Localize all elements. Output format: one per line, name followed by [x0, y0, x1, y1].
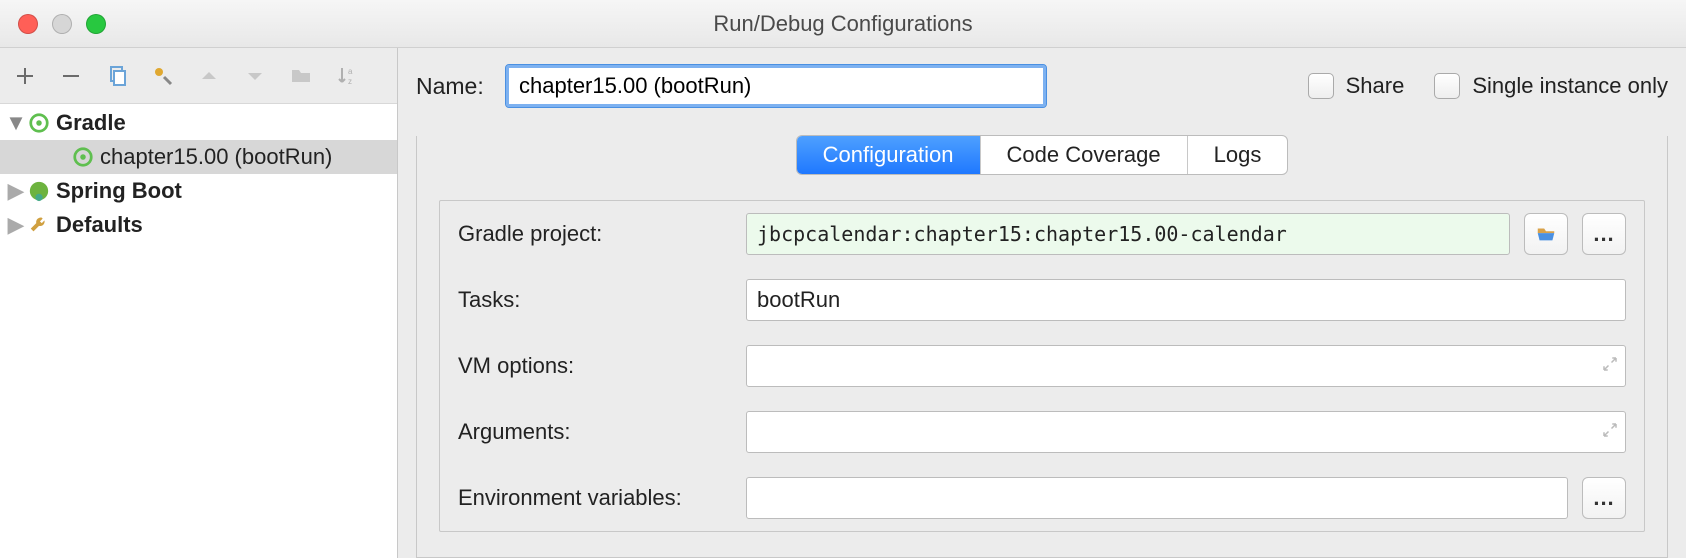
arguments-label: Arguments:	[458, 419, 732, 445]
add-configuration-button[interactable]	[10, 61, 40, 91]
svg-text:z: z	[348, 77, 352, 86]
edit-defaults-button[interactable]	[148, 61, 178, 91]
gradle-project-label: Gradle project:	[458, 221, 732, 247]
tasks-value: bootRun	[757, 287, 840, 313]
vm-options-label: VM options:	[458, 353, 732, 379]
tree-node-spring-boot[interactable]: ▶ Spring Boot	[0, 174, 397, 208]
wrench-icon	[26, 214, 52, 236]
name-label: Name:	[416, 73, 506, 100]
wrench-gear-icon	[151, 64, 175, 88]
env-vars-more-button[interactable]: ...	[1582, 477, 1626, 519]
copy-icon	[105, 64, 129, 88]
arguments-input[interactable]	[746, 411, 1626, 453]
vm-options-input[interactable]	[746, 345, 1626, 387]
tasks-input[interactable]: bootRun	[746, 279, 1626, 321]
expand-arrow-icon[interactable]: ▼	[6, 110, 26, 136]
tree-label: chapter15.00 (bootRun)	[100, 144, 332, 170]
expand-icon[interactable]	[1601, 353, 1619, 379]
svg-text:a: a	[348, 67, 353, 76]
chevron-down-icon	[243, 64, 267, 88]
tree-label: Gradle	[56, 110, 126, 136]
checkbox-icon	[1308, 73, 1334, 99]
tree-node-chapter15[interactable]: chapter15.00 (bootRun)	[0, 140, 397, 174]
collapse-arrow-icon[interactable]: ▶	[6, 212, 26, 238]
env-vars-input[interactable]	[746, 477, 1568, 519]
dialog-title: Run/Debug Configurations	[0, 11, 1686, 37]
gradle-icon	[26, 112, 52, 134]
config-tree[interactable]: ▼ Gradle chapter15.00 (bootRun) ▶ Spring…	[0, 104, 397, 558]
tab-code-coverage[interactable]: Code Coverage	[981, 136, 1188, 174]
move-down-button[interactable]	[240, 61, 270, 91]
title-bar: Run/Debug Configurations	[0, 0, 1686, 48]
single-instance-label: Single instance only	[1472, 73, 1668, 99]
share-label: Share	[1346, 73, 1405, 99]
folder-icon	[289, 64, 313, 88]
minus-icon	[59, 64, 83, 88]
sidebar-toolbar: az	[0, 48, 397, 104]
gradle-icon	[70, 146, 96, 168]
single-instance-checkbox[interactable]: Single instance only	[1434, 73, 1668, 99]
tab-logs[interactable]: Logs	[1188, 136, 1288, 174]
collapse-arrow-icon[interactable]: ▶	[6, 178, 26, 204]
copy-configuration-button[interactable]	[102, 61, 132, 91]
tree-node-defaults[interactable]: ▶ Defaults	[0, 208, 397, 242]
share-checkbox[interactable]: Share	[1308, 73, 1405, 99]
tree-label: Spring Boot	[56, 178, 182, 204]
tab-strip: Configuration Code Coverage Logs	[417, 135, 1667, 179]
plus-icon	[13, 64, 37, 88]
move-up-button[interactable]	[194, 61, 224, 91]
tree-label: Defaults	[56, 212, 143, 238]
expand-icon[interactable]	[1601, 419, 1619, 445]
folder-button[interactable]	[286, 61, 316, 91]
gradle-project-field[interactable]: jbcpcalendar:chapter15:chapter15.00-cale…	[746, 213, 1510, 255]
gradle-project-more-button[interactable]: ...	[1582, 213, 1626, 255]
sidebar: az ▼ Gradle chapter15.00 (bootRun) ▶	[0, 48, 398, 558]
form-area: Gradle project: jbcpcalendar:chapter15:c…	[439, 200, 1645, 532]
remove-configuration-button[interactable]	[56, 61, 86, 91]
tree-node-gradle[interactable]: ▼ Gradle	[0, 106, 397, 140]
config-panel: Configuration Code Coverage Logs Gradle …	[416, 136, 1668, 558]
sort-button[interactable]: az	[332, 61, 362, 91]
gradle-project-value: jbcpcalendar:chapter15:chapter15.00-cale…	[757, 222, 1287, 246]
checkbox-icon	[1434, 73, 1460, 99]
gradle-project-browse-button[interactable]	[1524, 213, 1568, 255]
name-input[interactable]	[506, 65, 1046, 107]
tasks-label: Tasks:	[458, 287, 732, 313]
spring-boot-icon	[26, 180, 52, 202]
details-pane: Name: Share Single instance only Configu…	[398, 48, 1686, 558]
env-vars-label: Environment variables:	[458, 485, 732, 511]
folder-open-icon	[1535, 223, 1557, 245]
chevron-up-icon	[197, 64, 221, 88]
tab-configuration[interactable]: Configuration	[797, 136, 981, 174]
sort-az-icon: az	[335, 64, 359, 88]
